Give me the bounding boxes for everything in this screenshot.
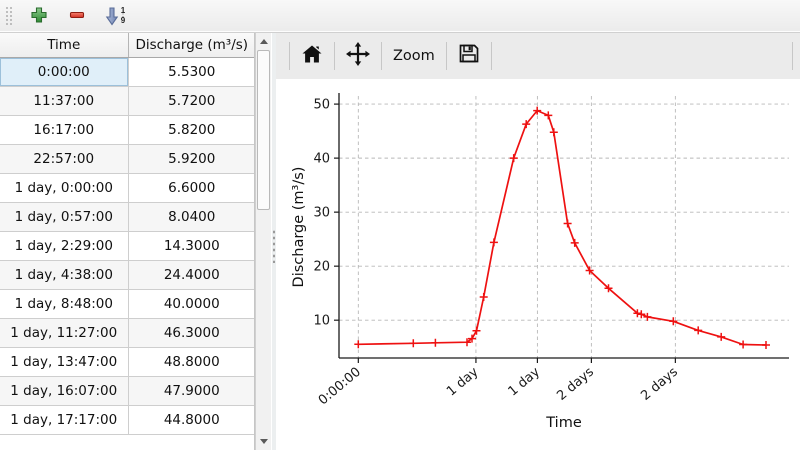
discharge-cell[interactable]: 44.8000: [128, 405, 255, 434]
discharge-cell[interactable]: 46.3000: [128, 318, 255, 347]
time-cell[interactable]: 1 day, 11:27:00: [0, 318, 128, 347]
home-icon: [301, 44, 323, 68]
time-cell[interactable]: 16:17:00: [0, 115, 128, 144]
discharge-cell[interactable]: 5.9200: [128, 144, 255, 173]
svg-text:30: 30: [313, 206, 330, 221]
data-point-markers: [354, 107, 770, 349]
column-header-time[interactable]: Time: [0, 33, 128, 57]
home-button[interactable]: [297, 40, 327, 72]
table-row: 1 day, 8:48:0040.0000: [0, 289, 255, 318]
scrollbar-thumb[interactable]: [257, 50, 270, 210]
column-header-discharge[interactable]: Discharge (m³/s): [128, 33, 255, 57]
y-axis-label: Discharge (m³/s): [291, 167, 307, 288]
scrollbar-track[interactable]: [256, 210, 271, 433]
discharge-cell[interactable]: 6.6000: [128, 173, 255, 202]
scrollbar-up-button[interactable]: [256, 33, 271, 50]
chart-toolbar: Zoom: [276, 33, 800, 79]
time-cell[interactable]: 1 day, 17:17:00: [0, 405, 128, 434]
time-cell[interactable]: 1 day, 0:00:00: [0, 173, 128, 202]
discharge-cell[interactable]: 5.8200: [128, 115, 255, 144]
table-row: 1 day, 17:17:0044.8000: [0, 405, 255, 434]
tick-marks: [334, 104, 675, 363]
hydrograph-editor-window: 1 : 9 Time Discharge (m³/s): [0, 0, 800, 450]
sort-digit-bottom: 9: [121, 18, 125, 24]
time-cell[interactable]: 1 day, 0:57:00: [0, 202, 128, 231]
discharge-cell[interactable]: 40.0000: [128, 289, 255, 318]
table-row: 1 day, 4:38:0024.4000: [0, 260, 255, 289]
time-cell[interactable]: 1 day, 4:38:00: [0, 260, 128, 289]
svg-text:1 day: 1 day: [506, 364, 544, 399]
time-cell[interactable]: 0:00:00: [0, 57, 128, 86]
svg-text:0:00:00: 0:00:00: [316, 365, 364, 409]
discharge-cell[interactable]: 5.5300: [128, 57, 255, 86]
sort-ascending-icon: 1 : 9: [105, 6, 125, 26]
table-row: 22:57:005.9200: [0, 144, 255, 173]
table-row: 1 day, 0:00:006.6000: [0, 173, 255, 202]
triangle-up-icon: [260, 39, 268, 44]
table-scrollbar: [255, 33, 271, 450]
table-row: 1 day, 0:57:008.0400: [0, 202, 255, 231]
time-cell[interactable]: 1 day, 8:48:00: [0, 289, 128, 318]
toolbar-drag-handle[interactable]: [5, 6, 12, 26]
chart-panel: Zoom: [276, 33, 800, 450]
triangle-down-icon: [260, 439, 268, 444]
add-row-button[interactable]: [26, 3, 52, 29]
discharge-cell[interactable]: 8.0400: [128, 202, 255, 231]
zoom-button[interactable]: Zoom: [389, 40, 439, 72]
time-cell[interactable]: 1 day, 13:47:00: [0, 347, 128, 376]
time-cell[interactable]: 1 day, 2:29:00: [0, 231, 128, 260]
tick-labels: 10 20 30 40 50 0:00:00 1 day 1 day 2 days 2 days: [313, 98, 681, 409]
table-row: 1 day, 16:07:0047.9000: [0, 376, 255, 405]
grid-lines: [339, 96, 789, 358]
svg-text:50: 50: [313, 98, 330, 113]
zoom-button-label: Zoom: [393, 48, 435, 64]
pan-button[interactable]: [342, 40, 374, 72]
main-toolbar: 1 : 9: [0, 0, 800, 33]
discharge-cell[interactable]: 47.9000: [128, 376, 255, 405]
svg-text:2 days: 2 days: [554, 364, 597, 403]
chart-canvas[interactable]: 10 20 30 40 50 0:00:00 1 day 1 day 2 days 2 days T…: [276, 79, 800, 450]
plus-icon: [30, 6, 48, 27]
table-row: 1 day, 13:47:0048.8000: [0, 347, 255, 376]
table-row: 1 day, 2:29:0014.3000: [0, 231, 255, 260]
discharge-hydrograph-plot[interactable]: 10 20 30 40 50 0:00:00 1 day 1 day 2 days 2 days T…: [276, 79, 799, 450]
save-icon: [458, 43, 480, 69]
table-row: 0:00:005.5300: [0, 57, 255, 86]
minus-icon: [68, 6, 86, 27]
remove-row-button[interactable]: [64, 3, 90, 29]
svg-text:40: 40: [313, 152, 330, 167]
pan-arrows-icon: [346, 42, 370, 70]
table-row: 1 day, 11:27:0046.3000: [0, 318, 255, 347]
axes-spines: [339, 93, 789, 358]
time-cell[interactable]: 11:37:00: [0, 86, 128, 115]
table-row: 16:17:005.8200: [0, 115, 255, 144]
time-cell[interactable]: 1 day, 16:07:00: [0, 376, 128, 405]
table-row: 11:37:005.7200: [0, 86, 255, 115]
discharge-cell[interactable]: 24.4000: [128, 260, 255, 289]
discharge-cell[interactable]: 5.7200: [128, 86, 255, 115]
table-panel: Time Discharge (m³/s) 0:00:005.530011:37…: [0, 33, 272, 450]
svg-text:20: 20: [313, 260, 330, 275]
time-cell[interactable]: 22:57:00: [0, 144, 128, 173]
sort-ascending-button[interactable]: 1 : 9: [102, 3, 128, 29]
table-wrap: Time Discharge (m³/s) 0:00:005.530011:37…: [0, 33, 255, 450]
discharge-table: Time Discharge (m³/s) 0:00:005.530011:37…: [0, 33, 255, 435]
x-axis-label: Time: [545, 415, 582, 431]
series-discharge: [354, 107, 770, 349]
discharge-cell[interactable]: 48.8000: [128, 347, 255, 376]
svg-text:10: 10: [313, 314, 330, 329]
save-button[interactable]: [454, 40, 484, 72]
svg-text:2 days: 2 days: [638, 364, 681, 403]
scrollbar-down-button[interactable]: [256, 433, 271, 450]
svg-text:1 day: 1 day: [444, 364, 482, 399]
discharge-cell[interactable]: 14.3000: [128, 231, 255, 260]
